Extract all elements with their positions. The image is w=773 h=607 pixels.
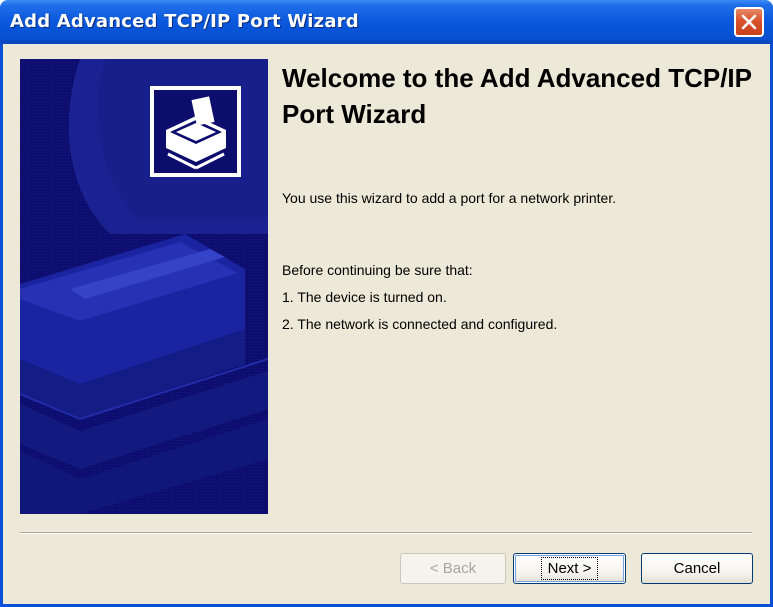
checklist-item: 2. The network is connected and configur… (282, 316, 558, 332)
wizard-window: Add Advanced TCP/IP Port Wizard Welcome … (0, 0, 773, 607)
close-icon (741, 14, 757, 30)
wizard-heading: Welcome to the Add Advanced TCP/IP Port … (282, 63, 752, 129)
checklist-item: 1. The device is turned on. (282, 289, 447, 305)
cancel-button-label: Cancel (673, 560, 721, 577)
cancel-button[interactable]: Cancel (641, 553, 753, 584)
back-button[interactable]: < Back (400, 553, 506, 584)
back-button-label: < Back (429, 560, 477, 577)
printer-icon (150, 86, 241, 177)
dialog-body: Welcome to the Add Advanced TCP/IP Port … (3, 44, 770, 604)
button-divider (20, 532, 752, 534)
next-button[interactable]: Next > (513, 553, 626, 584)
window-title: Add Advanced TCP/IP Port Wizard (10, 11, 359, 32)
intro-text: You use this wizard to add a port for a … (282, 190, 617, 206)
title-bar[interactable]: Add Advanced TCP/IP Port Wizard (0, 0, 773, 44)
next-button-label: Next > (540, 557, 599, 580)
wizard-banner (20, 59, 268, 514)
close-button[interactable] (734, 7, 764, 37)
checklist-title: Before continuing be sure that: (282, 262, 473, 278)
